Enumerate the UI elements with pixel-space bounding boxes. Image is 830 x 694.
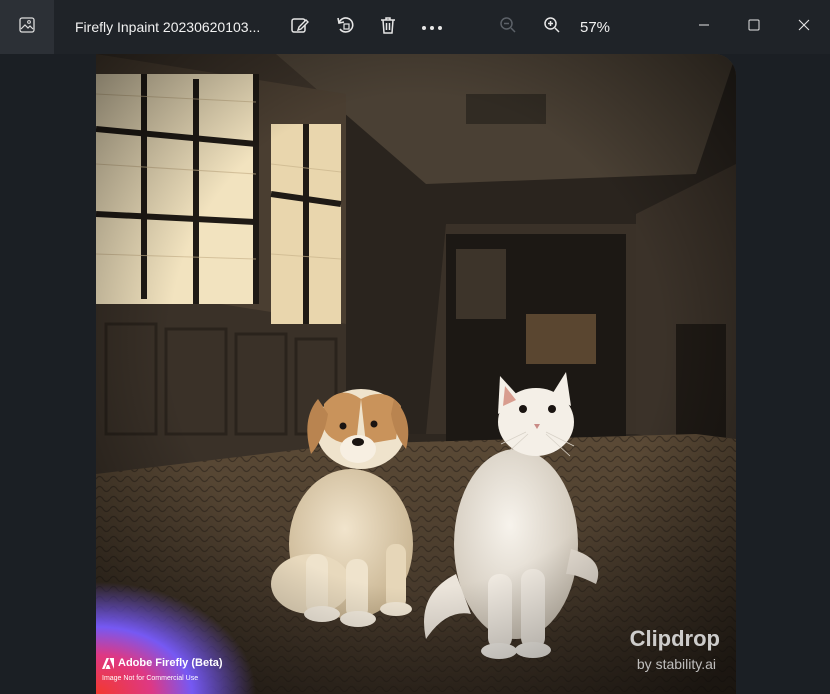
gallery-icon: [19, 16, 35, 38]
adobe-label: Adobe Firefly (Beta): [118, 657, 223, 669]
adobe-logo-icon: [102, 657, 114, 669]
zoom-in-button[interactable]: [539, 14, 565, 40]
more-button[interactable]: [419, 14, 445, 40]
edit-image-icon: [290, 15, 310, 40]
stability-watermark: by stability.ai: [636, 656, 716, 672]
minimize-icon: [698, 18, 710, 36]
delete-button[interactable]: [375, 14, 401, 40]
maximize-button[interactable]: [741, 14, 767, 40]
minimize-button[interactable]: [691, 14, 717, 40]
title-bar: Firefly Inpaint 20230620103... 57%: [0, 0, 830, 54]
maximize-icon: [748, 18, 760, 36]
close-button[interactable]: [791, 14, 817, 40]
adobe-firefly-badge: Adobe Firefly (Beta): [102, 657, 223, 669]
edit-image-button[interactable]: [287, 14, 313, 40]
rotate-button[interactable]: [332, 14, 358, 40]
photo: Adobe Firefly (Beta) Image Not for Comme…: [96, 54, 736, 694]
more-icon: [421, 18, 443, 36]
zoom-in-icon: [543, 16, 561, 39]
zoom-out-button[interactable]: [495, 14, 521, 40]
zoom-out-icon: [499, 16, 517, 39]
delete-icon: [378, 15, 398, 40]
adobe-sub-label: Image Not for Commercial Use: [102, 675, 199, 682]
rotate-icon: [335, 15, 355, 40]
clipdrop-watermark: Clipdrop: [629, 626, 720, 651]
zoom-level[interactable]: 57%: [580, 19, 610, 36]
gallery-button[interactable]: [0, 0, 54, 54]
window-title: Firefly Inpaint 20230620103...: [75, 19, 261, 35]
close-icon: [798, 18, 810, 36]
